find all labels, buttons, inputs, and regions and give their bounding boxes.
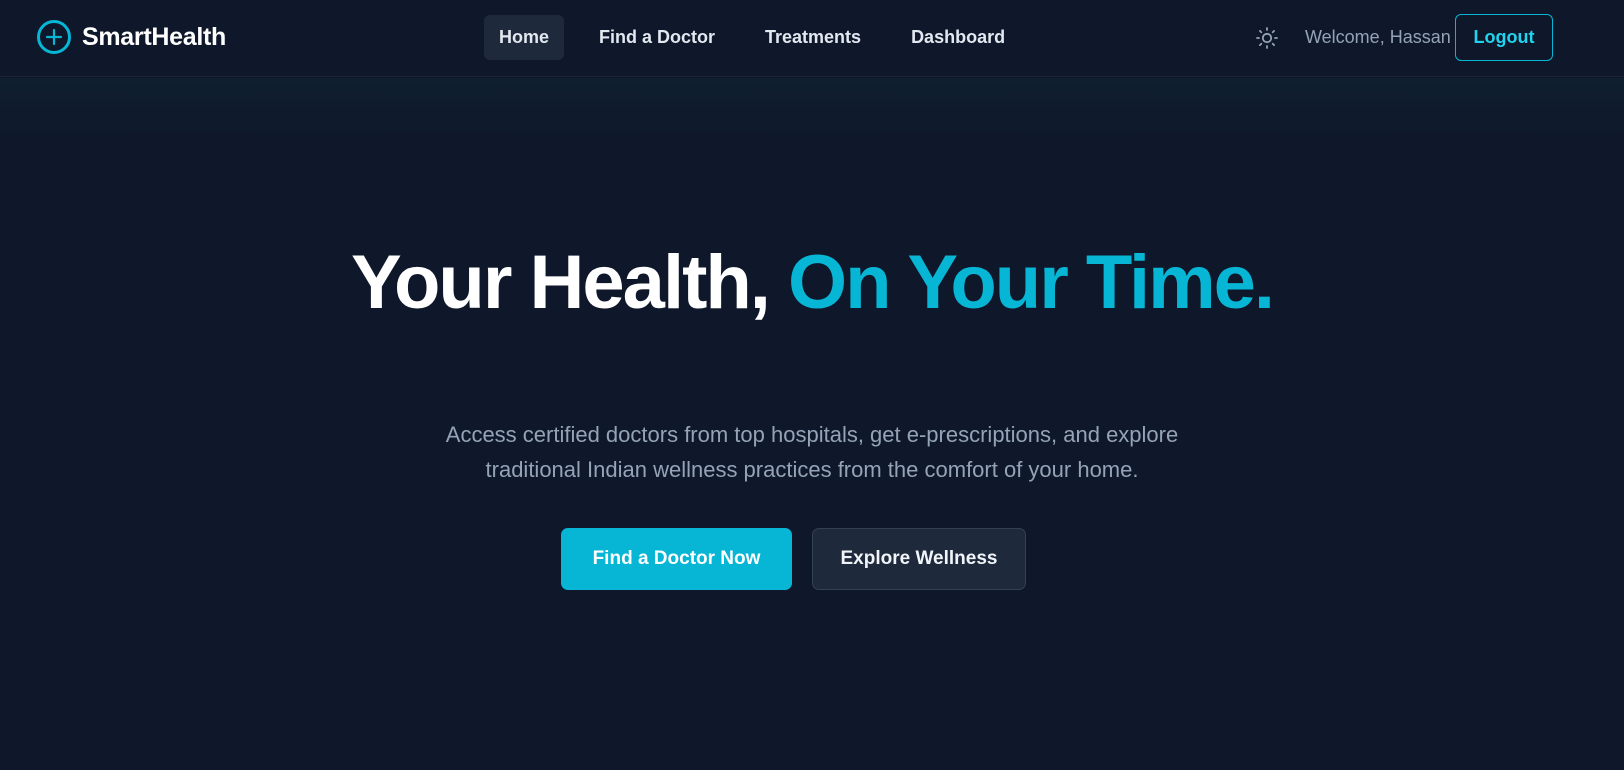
nav-item-dashboard[interactable]: Dashboard <box>896 15 1020 60</box>
top-navbar: SmartHealth Home Find a Doctor Treatment… <box>0 0 1624 77</box>
brand-name: SmartHealth <box>82 22 226 51</box>
nav-item-home[interactable]: Home <box>484 15 565 60</box>
subtitle-line-1: Access certified doctors from top hospit… <box>445 422 1179 447</box>
nav-item-find-a-doctor[interactable]: Find a Doctor <box>584 15 730 60</box>
main-nav: Home Find a Doctor Treatments Dashboard <box>484 15 1040 60</box>
plus-circle-icon <box>37 20 71 54</box>
brand-logo[interactable]: SmartHealth <box>36 19 226 55</box>
hero-subtitle: Access certified doctors from top hospit… <box>402 417 1222 487</box>
subtitle-line-2: traditional Indian wellness practices fr… <box>485 457 1139 482</box>
welcome-text: Welcome, Hassan <box>1305 27 1451 47</box>
theme-toggle-button[interactable] <box>1253 24 1281 52</box>
find-a-doctor-now-button[interactable]: Find a Doctor Now <box>561 528 792 590</box>
sun-icon <box>1256 27 1278 49</box>
page: SmartHealth Home Find a Doctor Treatment… <box>0 0 1624 770</box>
headline-accent: On Your Time. <box>788 240 1275 325</box>
nav-item-treatments[interactable]: Treatments <box>750 15 876 60</box>
explore-wellness-button[interactable]: Explore Wellness <box>812 528 1026 590</box>
logout-button[interactable]: Logout <box>1455 14 1553 61</box>
headline-main: Your Health, <box>350 240 771 325</box>
hero-section: Your Health, On Your Time. Access certif… <box>0 78 1624 770</box>
hero-headline: Your Health, On Your Time. <box>0 244 1624 322</box>
